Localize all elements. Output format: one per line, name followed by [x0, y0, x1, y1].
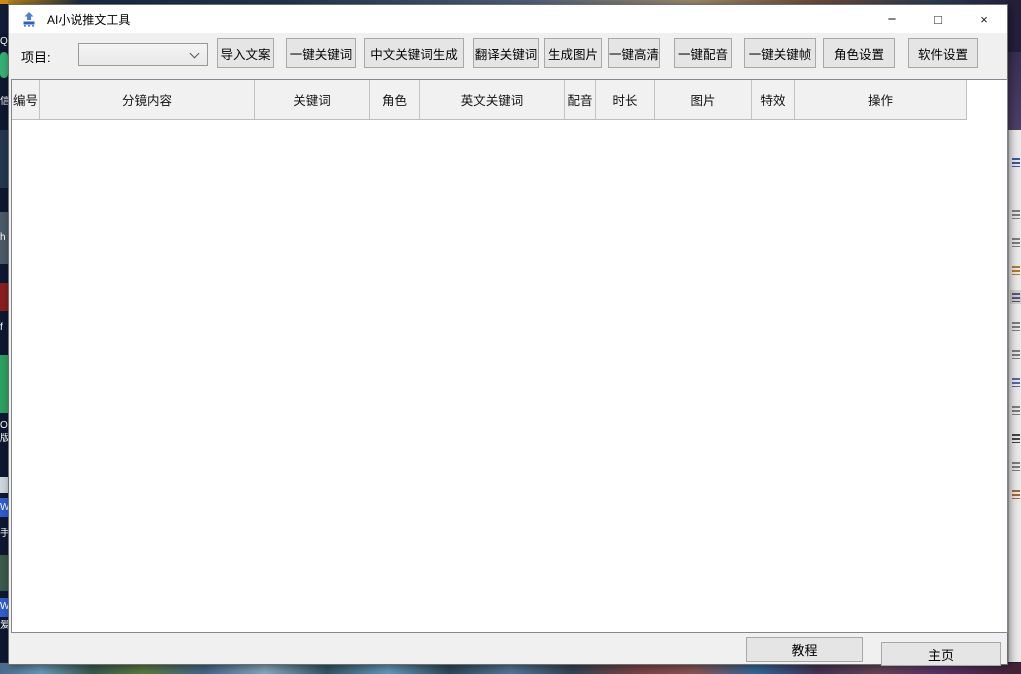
import-script-button[interactable]: 导入文案: [217, 38, 274, 68]
window-title: AI小说推文工具: [47, 11, 130, 28]
column-header-effects: 特效: [752, 80, 795, 120]
column-header-actions: 操作: [795, 80, 967, 120]
app-icon: [21, 11, 37, 27]
header-spacer: [967, 80, 1007, 120]
background-window-edge: [1008, 130, 1021, 664]
one-key-dubbing-button[interactable]: 一键配音: [674, 38, 732, 68]
desktop-edge-right: [1008, 0, 1021, 674]
tutorial-button[interactable]: 教程: [746, 637, 863, 662]
desktop-icon-fragment: W: [0, 502, 8, 513]
column-header-english-keywords: 英文关键词: [420, 80, 565, 120]
desktop-icon-fragment: 版: [0, 433, 8, 444]
role-settings-button[interactable]: 角色设置: [823, 38, 895, 68]
one-key-hd-button[interactable]: 一键高清: [608, 38, 660, 68]
column-header-duration: 时长: [596, 80, 655, 120]
project-label: 项目:: [21, 47, 51, 66]
minimize-button[interactable]: −: [869, 5, 915, 33]
maximize-button[interactable]: □: [915, 5, 961, 33]
desktop-icon-fragment: O: [0, 420, 8, 431]
translate-keywords-button[interactable]: 翻译关键词: [473, 38, 539, 68]
desktop-icon-fragment: h: [0, 232, 8, 243]
software-settings-button[interactable]: 软件设置: [908, 38, 978, 68]
chinese-keywords-generate-button[interactable]: 中文关键词生成: [364, 38, 464, 68]
desktop-icon-fragment: 手: [0, 528, 8, 539]
column-header-storyboard-content: 分镜内容: [40, 80, 255, 120]
desktop-icon-fragment: Q: [0, 36, 8, 47]
chevron-down-icon: [190, 48, 200, 58]
table-body-empty: [12, 120, 1007, 633]
homepage-button[interactable]: 主页: [881, 642, 1001, 666]
one-key-keywords-button[interactable]: 一键关键词: [286, 38, 356, 68]
storyboard-table: 编号 分镜内容 关键词 角色 英文关键词 配音 时长 图片 特效 操作: [11, 79, 1008, 633]
desktop-icon-fragment: 信: [0, 96, 8, 107]
desktop-icon-fragment: 爱: [0, 620, 8, 631]
column-header-role: 角色: [370, 80, 420, 120]
column-header-dubbing: 配音: [565, 80, 596, 120]
desktop-icon-fragment: f: [0, 322, 8, 333]
column-header-keywords: 关键词: [255, 80, 370, 120]
one-key-keyframe-button[interactable]: 一键关键帧: [744, 38, 816, 68]
table-header-row: 编号 分镜内容 关键词 角色 英文关键词 配音 时长 图片 特效 操作: [12, 80, 1007, 120]
desktop-edge-left: Q 信 h f O 版 W 手 W 爱: [0, 0, 8, 674]
titlebar: AI小说推文工具 − □ ×: [9, 5, 1007, 33]
column-header-number: 编号: [12, 80, 40, 120]
generate-images-button[interactable]: 生成图片: [544, 38, 602, 68]
close-button[interactable]: ×: [961, 5, 1007, 33]
desktop-icon-fragment: W: [0, 601, 8, 612]
project-select[interactable]: [78, 43, 208, 66]
column-header-image: 图片: [655, 80, 752, 120]
app-window: AI小说推文工具 − □ × 项目: 导入文案 一键关键词 中文关键词生成 翻译…: [8, 4, 1008, 665]
